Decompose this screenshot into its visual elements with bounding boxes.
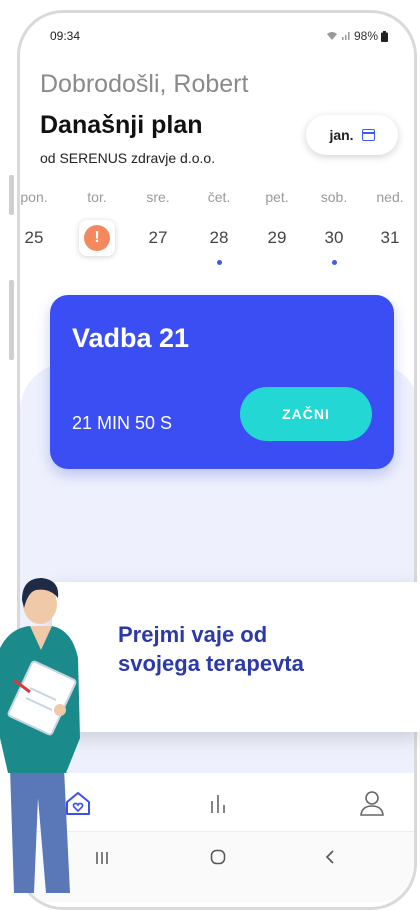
phone-side-button xyxy=(9,280,14,360)
workout-title: Vadba 21 xyxy=(72,323,190,353)
status-bar: 09:34 98% xyxy=(50,29,388,47)
battery-level: 98% xyxy=(353,29,378,43)
recents-icon xyxy=(96,852,108,864)
phone-side-button xyxy=(9,175,14,215)
start-workout-button[interactable]: ZAČNI xyxy=(240,387,372,441)
calendar-icon xyxy=(361,129,375,141)
day-name: tor. xyxy=(87,189,107,205)
day-number[interactable]: 30 xyxy=(314,228,354,248)
scheduled-dot xyxy=(216,260,222,265)
day-number[interactable]: 28 xyxy=(199,228,239,248)
stats-icon xyxy=(211,795,225,813)
provider-name: od SERENUS zdravje d.o.o. xyxy=(40,150,216,166)
nav-profile[interactable] xyxy=(352,783,392,823)
week-day-numbers: 25 ! 27 28 29 30 31 xyxy=(20,220,414,265)
month-picker-button[interactable]: jan. xyxy=(306,115,398,155)
week-day-names: pon. tor. sre. čet. pet. sob. ned. xyxy=(20,189,414,213)
promo-line: Prejmi vaje od xyxy=(118,622,268,647)
status-icons: 98% xyxy=(326,29,388,43)
day-number[interactable]: 25 xyxy=(20,228,54,248)
day-number[interactable]: 29 xyxy=(257,228,297,248)
welcome-text: Dobrodošli, Robert xyxy=(40,70,249,98)
promo-banner: Prejmi vaje od svojega terapevta xyxy=(52,582,420,732)
day-name: sre. xyxy=(146,189,170,205)
day-number[interactable]: 31 xyxy=(370,228,410,248)
back-icon xyxy=(325,850,334,864)
scheduled-dot xyxy=(331,260,337,265)
page-title: Današnji plan xyxy=(40,111,203,139)
day-name: pon. xyxy=(20,189,48,205)
therapist-illustration xyxy=(0,578,80,893)
day-name: čet. xyxy=(207,189,231,205)
home-button[interactable] xyxy=(198,848,238,871)
day-name: sob. xyxy=(320,189,348,205)
alert-icon: ! xyxy=(84,225,110,251)
month-label: jan. xyxy=(329,127,354,143)
home-icon xyxy=(210,849,226,865)
wifi-icon xyxy=(326,32,337,40)
battery-icon xyxy=(381,30,388,42)
day-name: ned. xyxy=(376,189,404,205)
nav-stats[interactable] xyxy=(198,783,238,823)
today-day[interactable]: ! xyxy=(79,220,115,256)
promo-line: svojega terapevta xyxy=(118,651,304,676)
day-number[interactable]: 27 xyxy=(138,228,178,248)
day-name: pet. xyxy=(265,189,289,205)
signal-icon xyxy=(341,32,350,40)
profile-icon xyxy=(360,791,384,816)
workout-card[interactable]: Vadba 21 21 MIN 50 S ZAČNI xyxy=(50,295,394,469)
status-time: 09:34 xyxy=(50,29,81,43)
back-button[interactable] xyxy=(310,848,350,871)
promo-text: Prejmi vaje od svojega terapevta xyxy=(118,620,408,678)
workout-duration: 21 MIN 50 S xyxy=(72,413,173,433)
